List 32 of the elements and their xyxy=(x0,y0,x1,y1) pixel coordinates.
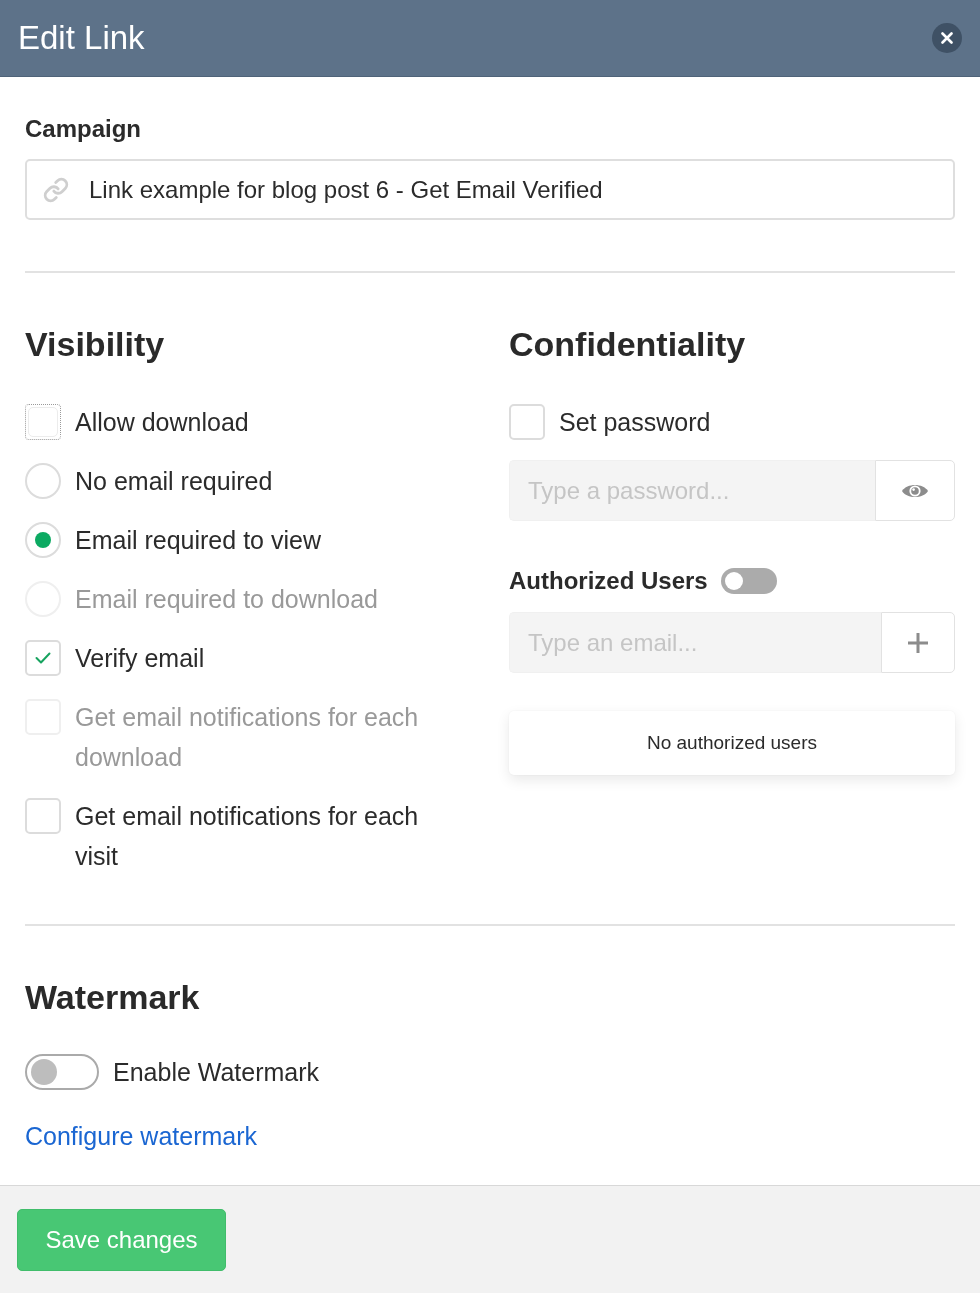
toggle-switch[interactable] xyxy=(25,1054,99,1090)
option-label: Email required to download xyxy=(75,584,378,615)
option-label: Email required to view xyxy=(75,525,321,556)
dialog-title: Edit Link xyxy=(18,18,145,58)
option-label: Allow download xyxy=(75,407,249,438)
field-label: Authorized Users xyxy=(509,566,708,596)
close-icon xyxy=(941,32,953,44)
section-heading: Visibility xyxy=(25,324,165,364)
show-password-button[interactable] xyxy=(875,460,955,521)
configure-watermark-link[interactable]: Configure watermark xyxy=(25,1116,258,1156)
toggle-label: Enable Watermark xyxy=(113,1057,320,1087)
link-icon xyxy=(43,176,69,203)
option-label: Set password xyxy=(559,407,711,438)
empty-state-message: No authorized users xyxy=(646,732,817,754)
option-label: Verify email xyxy=(75,643,205,674)
check-icon xyxy=(35,652,51,664)
section-heading: Confidentiality xyxy=(509,324,746,364)
field-label: Campaign xyxy=(25,114,141,144)
toggle-switch[interactable] xyxy=(720,568,777,594)
checkbox[interactable] xyxy=(509,404,545,440)
close-button[interactable] xyxy=(932,23,962,53)
radio-button[interactable] xyxy=(25,522,61,558)
option-label: Get email notifications for each visit xyxy=(75,801,420,872)
campaign-field[interactable]: Link example for blog post 6 - Get Email Verified xyxy=(25,159,955,220)
checkbox[interactable] xyxy=(25,640,61,676)
radio-button[interactable] xyxy=(25,463,61,499)
checkbox[interactable] xyxy=(25,798,61,834)
plus-icon xyxy=(907,631,929,654)
add-user-button[interactable] xyxy=(881,612,955,673)
section-heading: Watermark xyxy=(25,977,200,1017)
option-label: Get email notifications for each download xyxy=(75,702,420,773)
option-label: No email required xyxy=(75,466,273,497)
